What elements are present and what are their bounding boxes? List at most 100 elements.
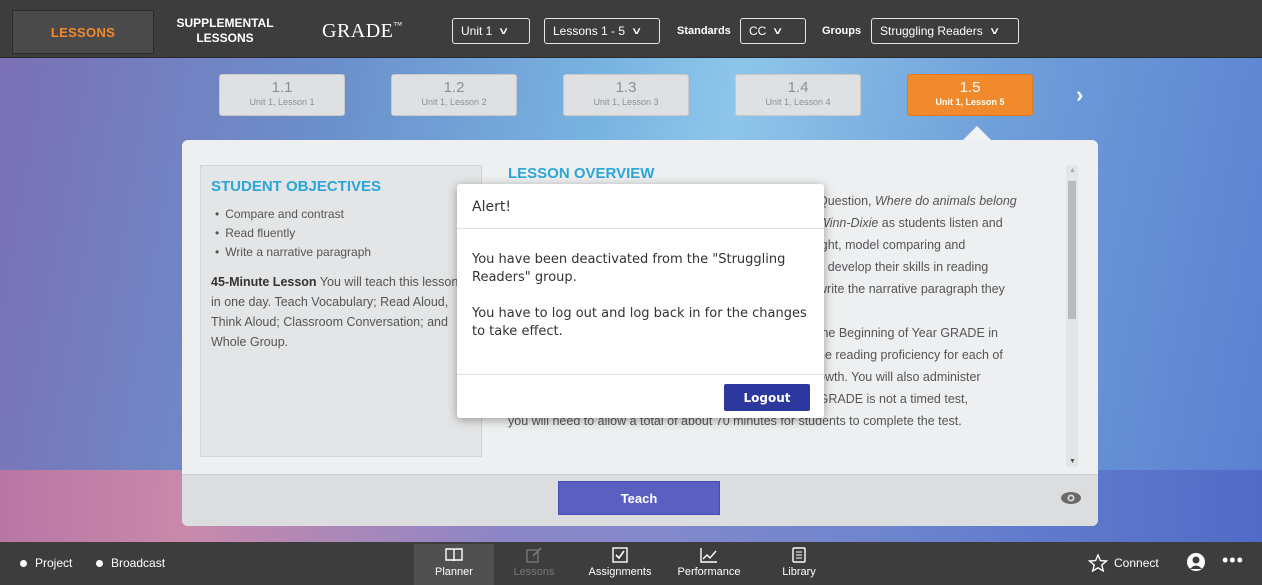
lesson-tab-1-1[interactable]: 1.1 Unit 1, Lesson 1 <box>219 74 345 116</box>
lesson-tab-subtitle: Unit 1, Lesson 5 <box>935 97 1005 107</box>
dot-icon <box>96 559 103 567</box>
objective-item: Compare and contrast <box>215 205 471 224</box>
overview-line: owth. You will also administer <box>818 370 981 384</box>
scroll-up-icon[interactable]: ▲ <box>1069 167 1076 174</box>
objective-item: Read fluently <box>215 224 471 243</box>
dot-icon <box>20 559 27 567</box>
lesson-duration-text: 45-Minute Lesson You will teach this les… <box>211 272 471 352</box>
objective-item: Write a narrative paragraph <box>215 243 471 262</box>
unit-select[interactable]: Unit 1 ∨ <box>452 18 530 44</box>
objectives-list: Compare and contrast Read fluently Write… <box>211 205 471 262</box>
nav-label: Performance <box>677 566 741 578</box>
book-icon <box>414 544 494 566</box>
overview-line: ne reading proficiency for each of <box>818 348 1003 362</box>
nav-label: Lessons <box>513 566 555 578</box>
alert-body: You have been deactivated from the "Stru… <box>457 229 824 374</box>
nav-label: Planner <box>435 566 473 578</box>
eye-icon[interactable] <box>1060 491 1082 510</box>
overview-scrollbar[interactable]: ▲ ▼ <box>1066 165 1078 467</box>
nav-label: Assignments <box>588 566 652 578</box>
teach-button[interactable]: Teach <box>558 481 720 515</box>
nav-label: Library <box>782 566 816 578</box>
overview-line <box>818 300 1060 322</box>
alert-footer: Logout <box>457 374 824 418</box>
groups-label: Groups <box>822 25 862 37</box>
broadcast-label: Broadcast <box>111 556 166 570</box>
chevron-down-icon: ∨ <box>630 25 643 37</box>
overview-italic: Where do animals belong <box>874 194 1017 208</box>
overview-line: write the narrative paragraph they <box>818 282 1005 296</box>
tab-lessons[interactable]: LESSONS <box>12 10 154 54</box>
alert-message-1: You have been deactivated from the "Stru… <box>472 252 786 285</box>
unit-select-value: Unit 1 <box>461 24 493 38</box>
chart-icon <box>669 544 749 566</box>
bottom-bar: Project Broadcast Planner Lessons Assign… <box>0 542 1262 585</box>
lesson-tab-1-4[interactable]: 1.4 Unit 1, Lesson 4 <box>735 74 861 116</box>
overview-line: the Beginning of Year GRADE in <box>818 326 998 340</box>
library-icon <box>759 544 839 566</box>
supplemental-line2: LESSONS <box>196 31 254 45</box>
nav-assignments[interactable]: Assignments <box>580 544 660 578</box>
user-avatar-icon[interactable] <box>1187 553 1205 571</box>
overview-line: Question, Where do animals belong <box>818 194 1017 208</box>
star-icon <box>1088 554 1108 572</box>
next-arrow-icon[interactable]: › <box>1076 82 1083 108</box>
lesson-tab-number: 1.2 <box>443 79 465 96</box>
connect-label: Connect <box>1114 556 1159 570</box>
broadcast-toggle[interactable]: Broadcast <box>96 556 165 570</box>
panel-footer: Teach <box>182 474 1098 526</box>
lesson-tab-number: 1.3 <box>615 79 637 96</box>
lesson-tab-number: 1.4 <box>787 79 809 96</box>
lesson-duration-bold: 45-Minute Lesson <box>211 275 317 289</box>
lesson-tab-1-3[interactable]: 1.3 Unit 1, Lesson 3 <box>563 74 689 116</box>
standards-select[interactable]: CC ∨ <box>740 18 806 44</box>
nav-lessons[interactable]: Lessons <box>494 544 574 578</box>
groups-select[interactable]: Struggling Readers ∨ <box>871 18 1019 44</box>
nav-performance[interactable]: Performance <box>669 544 749 578</box>
lesson-tab-subtitle: Unit 1, Lesson 2 <box>421 97 487 107</box>
alert-message-2: You have to log out and log back in for … <box>472 306 807 339</box>
lessons-select-value: Lessons 1 - 5 <box>553 24 626 38</box>
lesson-tab-subtitle: Unit 1, Lesson 3 <box>593 97 659 107</box>
objectives-title: STUDENT OBJECTIVES <box>211 178 382 195</box>
lessons-select[interactable]: Lessons 1 - 5 ∨ <box>544 18 660 44</box>
nav-planner[interactable]: Planner <box>414 544 494 585</box>
grade-logo: GRADE™ <box>322 20 403 43</box>
chevron-down-icon: ∨ <box>988 25 1001 37</box>
tab-supplemental-lessons[interactable]: SUPPLEMENTAL LESSONS <box>156 10 294 54</box>
overview-line: Winn-Dixie as students listen and <box>818 216 1003 230</box>
lesson-tab-number: 1.1 <box>271 79 293 96</box>
overview-line: ight, model comparing and <box>818 238 966 252</box>
scroll-down-icon[interactable]: ▼ <box>1069 458 1076 465</box>
lesson-tab-1-5[interactable]: 1.5 Unit 1, Lesson 5 <box>907 74 1033 116</box>
lesson-tab-number: 1.5 <box>959 79 981 96</box>
alert-dialog: Alert! You have been deactivated from th… <box>457 184 824 418</box>
connect-button[interactable]: Connect <box>1088 554 1159 572</box>
standards-select-value: CC <box>749 24 767 38</box>
edit-icon <box>494 544 574 566</box>
scrollbar-thumb[interactable] <box>1068 181 1076 319</box>
alert-title: Alert! <box>457 184 824 229</box>
logo-mark: ™ <box>393 20 403 30</box>
logout-button[interactable]: Logout <box>724 384 810 411</box>
overview-title: LESSON OVERVIEW <box>508 165 655 182</box>
more-options-icon[interactable]: ••• <box>1222 550 1244 571</box>
logo-text: GRADE <box>322 20 394 42</box>
project-toggle[interactable]: Project <box>20 556 72 570</box>
chevron-down-icon: ∨ <box>772 25 784 37</box>
lesson-tab-subtitle: Unit 1, Lesson 4 <box>765 97 831 107</box>
lesson-tab-subtitle: Unit 1, Lesson 1 <box>249 97 315 107</box>
overview-italic: Winn-Dixie <box>818 216 879 230</box>
chevron-down-icon: ∨ <box>498 25 510 37</box>
top-bar: LESSONS SUPPLEMENTAL LESSONS GRADE™ Unit… <box>0 0 1262 58</box>
supplemental-line1: SUPPLEMENTAL <box>176 16 274 30</box>
checkbox-icon <box>580 544 660 566</box>
nav-library[interactable]: Library <box>759 544 839 578</box>
student-objectives-box: STUDENT OBJECTIVES Compare and contrast … <box>200 165 482 457</box>
overview-line: s develop their skills in reading <box>818 260 989 274</box>
standards-label: Standards <box>677 25 731 37</box>
project-label: Project <box>35 556 73 570</box>
groups-select-value: Struggling Readers <box>880 24 983 38</box>
active-tab-pointer <box>962 126 992 141</box>
lesson-tab-1-2[interactable]: 1.2 Unit 1, Lesson 2 <box>391 74 517 116</box>
